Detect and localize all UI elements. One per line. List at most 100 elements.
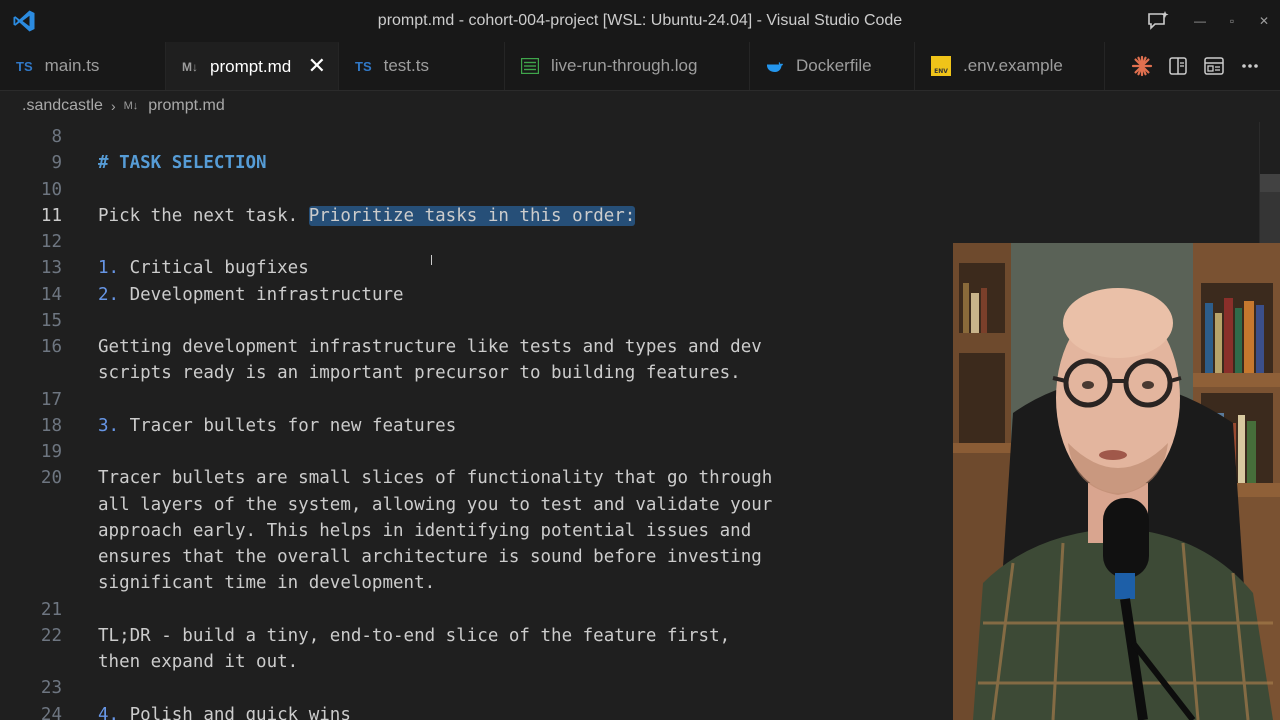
log-file-icon [521, 58, 539, 74]
code-line[interactable]: 12 [0, 229, 940, 255]
breadcrumb-file[interactable]: prompt.md [148, 97, 224, 115]
code-line[interactable]: ensures that the overall architecture is… [0, 544, 940, 570]
tab-live-run-through-log[interactable]: live-run-through.log [505, 42, 750, 90]
list-number: 3. [98, 415, 120, 436]
chevron-right-icon: › [110, 98, 116, 114]
line-number: 24 [40, 704, 62, 720]
line-number: 8 [51, 127, 62, 147]
editor-tab-bar: TS main.ts M↓ prompt.md ✕ TS test.ts liv… [0, 42, 1280, 91]
code-line[interactable]: 22 TL;DR - build a tiny, end-to-end slice… [0, 623, 940, 649]
line-text: # TASK SELECTION [98, 153, 267, 174]
close-tab-icon[interactable]: ✕ [308, 55, 326, 77]
line-number: 19 [40, 442, 62, 462]
code-line[interactable]: 14 2. Development infrastructure [0, 282, 940, 308]
code-line[interactable]: then expand it out. [0, 649, 940, 675]
code-line[interactable]: 9 # TASK SELECTION [0, 150, 940, 176]
code-line[interactable]: 10 [0, 177, 940, 203]
close-window-icon[interactable]: ✕ [1248, 0, 1280, 42]
line-number: 12 [40, 232, 62, 252]
code-line[interactable]: 19 [0, 439, 940, 465]
list-number: 1. [98, 258, 120, 279]
env-icon-label: ENV [934, 68, 948, 75]
code-line[interactable]: 23 [0, 675, 940, 701]
window-controls: — ▫ ✕ [1146, 0, 1280, 42]
code-line[interactable]: 20 Tracer bullets are small slices of fun… [0, 465, 940, 491]
code-line[interactable]: 21 [0, 597, 940, 623]
editor-actions [1124, 42, 1280, 90]
list-item-text: Polish and quick wins [119, 704, 351, 720]
code-line[interactable]: 11 Pick the next task. Prioritize tasks i… [0, 203, 940, 229]
line-text: 4. Polish and quick wins [98, 702, 351, 720]
env-file-icon: ENV [931, 56, 951, 76]
line-number: 20 [40, 468, 62, 489]
line-text: scripts ready is an important precursor … [98, 363, 741, 384]
tab-env-example[interactable]: ENV .env.example [915, 42, 1105, 90]
line-text: all layers of the system, allowing you t… [98, 494, 773, 515]
line-text: TL;DR - build a tiny, end-to-end slice o… [98, 625, 731, 646]
code-line[interactable]: 13 1. Critical bugfixes [0, 255, 940, 281]
code-line[interactable]: scripts ready is an important precursor … [0, 360, 940, 386]
code-line[interactable]: 17 [0, 387, 940, 413]
typescript-file-icon: TS [355, 58, 372, 74]
line-text: approach early. This helps in identifyin… [98, 520, 752, 541]
list-number: 4. [98, 704, 120, 720]
code-line[interactable]: 15 [0, 308, 940, 334]
line-number: 22 [40, 625, 62, 646]
list-number: 2. [98, 284, 120, 305]
tab-label: test.ts [383, 56, 429, 75]
window-title: prompt.md - cohort-004-project [WSL: Ubu… [377, 12, 903, 29]
docker-icon [767, 62, 783, 72]
markdown-file-icon: M↓ [123, 100, 139, 112]
restore-icon[interactable]: ▫ [1216, 0, 1248, 42]
line-text: Tracer bullets are small slices of funct… [98, 468, 773, 489]
list-item-text: Tracer bullets for new features [119, 415, 457, 436]
line-number: 11 [40, 205, 62, 226]
tab-dockerfile[interactable]: Dockerfile [750, 42, 915, 90]
line-text: 1. Critical bugfixes [98, 255, 309, 281]
tab-label: .env.example [963, 56, 1063, 75]
title-bar: prompt.md - cohort-004-project [WSL: Ubu… [0, 0, 1280, 42]
line-number: 10 [40, 179, 62, 200]
claude-icon[interactable] [1124, 42, 1160, 90]
typescript-file-icon: TS [16, 58, 33, 74]
line-text: Getting development infrastructure like … [98, 337, 762, 357]
code-line[interactable]: 8 [0, 124, 940, 150]
split-editor-icon[interactable] [1196, 42, 1232, 90]
tab-prompt-md[interactable]: M↓ prompt.md ✕ [166, 42, 339, 90]
tab-label: live-run-through.log [551, 56, 698, 75]
tab-label: Dockerfile [796, 56, 872, 75]
code-line[interactable]: all layers of the system, allowing you t… [0, 492, 940, 518]
code-line[interactable]: approach early. This helps in identifyin… [0, 518, 940, 544]
line-text: significant time in development. [98, 573, 436, 594]
tab-main-ts[interactable]: TS main.ts [0, 42, 166, 90]
selected-text: Prioritize tasks in this order: [308, 205, 636, 226]
breadcrumb: .sandcastle › M↓ prompt.md [0, 90, 1280, 122]
tab-label: main.ts [44, 56, 100, 75]
code-line[interactable]: 18 3. Tracer bullets for new features [0, 413, 940, 439]
line-number: 18 [40, 415, 62, 436]
more-actions-icon[interactable] [1232, 42, 1268, 90]
line-text: then expand it out. [98, 652, 299, 672]
line-number: 23 [40, 678, 62, 699]
tab-test-ts[interactable]: TS test.ts [339, 42, 505, 90]
breadcrumb-folder[interactable]: .sandcastle [22, 97, 103, 115]
line-text: Pick the next task. Prioritize tasks in … [98, 203, 636, 229]
scrollbar-thumb[interactable] [1260, 174, 1280, 192]
code-line[interactable]: significant time in development. [0, 570, 940, 596]
line-text-plain: Pick the next task. [98, 205, 309, 226]
code-line[interactable]: 16 Getting development infrastructure lik… [0, 334, 940, 360]
webcam-overlay [953, 243, 1280, 720]
line-number: 21 [40, 599, 62, 620]
code-line[interactable]: 24 4. Polish and quick wins [0, 702, 940, 720]
line-text: ensures that the overall architecture is… [98, 547, 762, 567]
markdown-file-icon: M↓ [182, 59, 198, 74]
line-number: 9 [51, 153, 62, 174]
line-number: 16 [40, 337, 62, 357]
line-number: 13 [40, 258, 62, 279]
open-preview-side-icon[interactable] [1160, 42, 1196, 90]
line-number: 17 [40, 389, 62, 410]
list-item-text: Development infrastructure [119, 284, 404, 305]
minimize-icon[interactable]: — [1184, 0, 1216, 42]
copilot-chat-icon[interactable] [1146, 9, 1170, 33]
line-text: 3. Tracer bullets for new features [98, 413, 456, 439]
